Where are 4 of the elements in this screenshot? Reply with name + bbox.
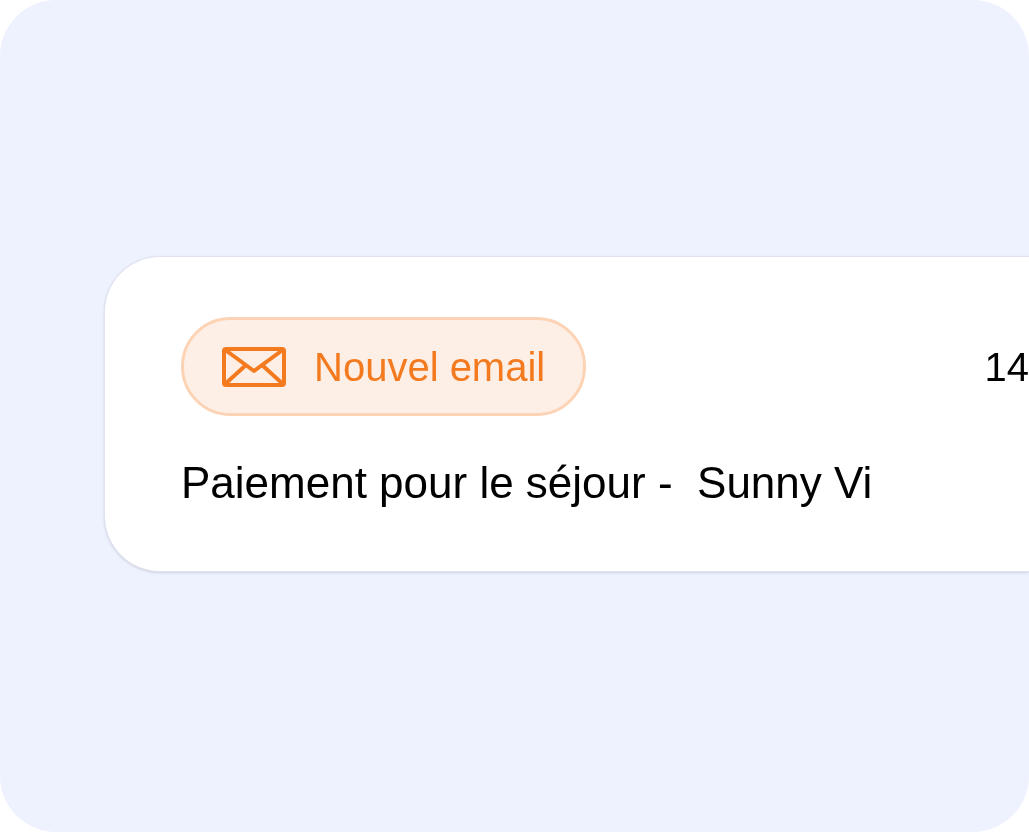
email-subject: Paiement pour le séjour - Sunny Vi: [181, 457, 874, 509]
notification-time: 14: [984, 343, 1029, 391]
envelope-icon: [222, 346, 286, 387]
badge-label: Nouvel email: [314, 343, 546, 391]
